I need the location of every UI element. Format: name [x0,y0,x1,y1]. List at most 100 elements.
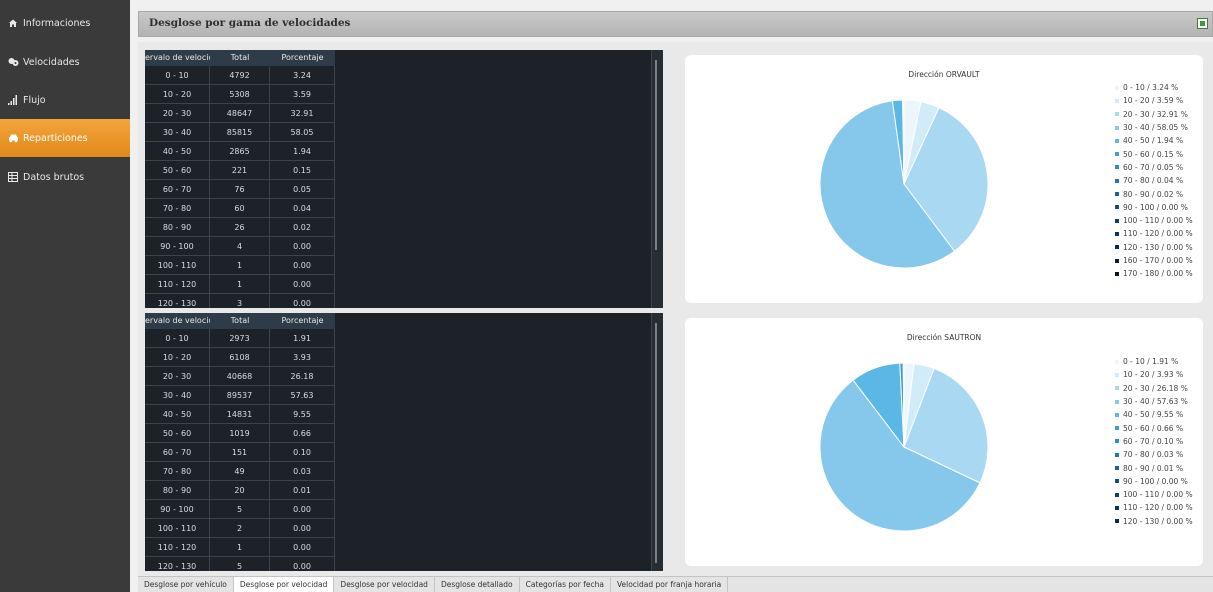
legend-swatch [1115,85,1119,90]
table-row[interactable]: 70 - 80 49 0.03 [145,462,335,481]
legend-item[interactable]: 70 - 80 / 0.03 % [1115,448,1193,461]
legend-item[interactable]: 10 - 20 / 3.93 % [1115,368,1193,381]
tab-2[interactable]: Desglose por velocidad [334,577,435,592]
nav-item-reparticiones[interactable]: Reparticiones [0,119,130,157]
table-row[interactable]: 0 - 10 2973 1.91 [145,329,335,348]
column-header-interval[interactable]: ervalo de velocid [145,50,210,66]
legend-item[interactable]: 0 - 10 / 3.24 % [1115,81,1193,94]
legend-item[interactable]: 90 - 100 / 0.00 % [1115,201,1193,214]
home-icon [7,17,19,29]
legend-item[interactable]: 60 - 70 / 0.05 % [1115,161,1193,174]
tab-4[interactable]: Categorías por fecha [520,577,611,592]
cell-interval: 110 - 120 [145,538,210,556]
legend-item[interactable]: 20 - 30 / 26.18 % [1115,382,1193,395]
tab-1[interactable]: Desglose por velocidad [233,577,335,592]
table-row[interactable]: 30 - 40 85815 58.05 [145,123,335,142]
table-row[interactable]: 10 - 20 6108 3.93 [145,348,335,367]
table-row[interactable]: 70 - 80 60 0.04 [145,199,335,218]
export-excel-icon[interactable] [1197,18,1208,29]
legend-item[interactable]: 100 - 110 / 0.00 % [1115,488,1193,501]
nav-item-flujo[interactable]: Flujo [0,81,130,119]
legend-item[interactable]: 60 - 70 / 0.10 % [1115,435,1193,448]
table-row[interactable]: 20 - 30 40668 26.18 [145,367,335,386]
table-row[interactable]: 90 - 100 5 0.00 [145,500,335,519]
table-row[interactable]: 50 - 60 221 0.15 [145,161,335,180]
scrollbar[interactable] [651,50,663,308]
nav-item-velocidades[interactable]: Velocidades [0,43,130,81]
table-icon [7,171,19,183]
scrollbar-thumb[interactable] [655,60,657,250]
table-row[interactable]: 40 - 50 2865 1.94 [145,142,335,161]
column-header-percentage[interactable]: Porcentaje [270,50,335,66]
legend-item[interactable]: 30 - 40 / 58.05 % [1115,121,1193,134]
nav-item-datos-brutos[interactable]: Datos brutos [0,158,130,196]
table-row[interactable]: 110 - 120 1 0.00 [145,275,335,294]
table-row[interactable]: 0 - 10 4792 3.24 [145,66,335,85]
legend-item[interactable]: 110 - 120 / 0.00 % [1115,501,1193,514]
legend-item[interactable]: 70 - 80 / 0.04 % [1115,174,1193,187]
legend-swatch [1115,205,1119,210]
pie-chart-panel-orvault: Dirección ORVAULT 0 - 10 / 3.24 % 10 - 20… [685,55,1203,303]
tab-3[interactable]: Desglose detallado [435,577,520,592]
table-row[interactable]: 80 - 90 26 0.02 [145,218,335,237]
legend-item[interactable]: 170 - 180 / 0.00 % [1115,267,1193,280]
cell-percentage: 0.05 [270,180,335,198]
table-row[interactable]: 120 - 130 3 0.00 [145,294,335,308]
cell-total: 151 [210,443,270,461]
legend-item[interactable]: 160 - 170 / 0.00 % [1115,254,1193,267]
legend-item[interactable]: 120 - 130 / 0.00 % [1115,241,1193,254]
scrollbar[interactable] [651,313,663,571]
cell-total: 40668 [210,367,270,385]
tab-0[interactable]: Desglose por vehículo [138,577,234,592]
table-row[interactable]: 40 - 50 14831 9.55 [145,405,335,424]
scrollbar-thumb[interactable] [655,323,657,563]
legend-item[interactable]: 30 - 40 / 57.63 % [1115,395,1193,408]
cell-total: 89537 [210,386,270,404]
cell-total: 4792 [210,66,270,84]
tab-5[interactable]: Velocidad por franja horaria [611,577,729,592]
cell-interval: 100 - 110 [145,256,210,274]
legend-item[interactable]: 80 - 90 / 0.01 % [1115,461,1193,474]
table-row[interactable]: 80 - 90 20 0.01 [145,481,335,500]
legend-item[interactable]: 50 - 60 / 0.15 % [1115,147,1193,160]
table-row[interactable]: 30 - 40 89537 57.63 [145,386,335,405]
cell-percentage: 0.01 [270,481,335,499]
table-row[interactable]: 10 - 20 5308 3.59 [145,85,335,104]
legend-item[interactable]: 40 - 50 / 1.94 % [1115,134,1193,147]
legend-item[interactable]: 110 - 120 / 0.00 % [1115,227,1193,240]
table-row[interactable]: 100 - 110 2 0.00 [145,519,335,538]
cell-percentage: 58.05 [270,123,335,141]
table-row[interactable]: 120 - 130 5 0.00 [145,557,335,571]
table-row[interactable]: 60 - 70 76 0.05 [145,180,335,199]
pie-chart [819,99,989,269]
table-row[interactable]: 60 - 70 151 0.10 [145,443,335,462]
legend-swatch [1115,359,1119,364]
legend-label: 170 - 180 / 0.00 % [1123,269,1193,279]
legend-item[interactable]: 100 - 110 / 0.00 % [1115,214,1193,227]
column-header-percentage[interactable]: Porcentaje [270,313,335,329]
legend-item[interactable]: 20 - 30 / 32.91 % [1115,108,1193,121]
legend-swatch [1115,178,1119,183]
cell-percentage: 3.24 [270,66,335,84]
legend-item[interactable]: 10 - 20 / 3.59 % [1115,94,1193,107]
legend-item[interactable]: 90 - 100 / 0.00 % [1115,475,1193,488]
speed-table-sautron: ervalo de velocid Total Porcentaje 0 - 1… [145,313,663,571]
column-header-total[interactable]: Total [210,313,270,329]
legend-swatch [1115,192,1119,197]
table-row[interactable]: 110 - 120 1 0.00 [145,538,335,557]
legend-item[interactable]: 0 - 10 / 1.91 % [1115,355,1193,368]
table-row[interactable]: 100 - 110 1 0.00 [145,256,335,275]
legend-item[interactable]: 50 - 60 / 0.66 % [1115,421,1193,434]
legend-label: 70 - 80 / 0.04 % [1123,176,1184,186]
table-row[interactable]: 90 - 100 4 0.00 [145,237,335,256]
nav-item-informaciones[interactable]: Informaciones [0,4,130,42]
legend-swatch [1115,231,1119,236]
legend-item[interactable]: 80 - 90 / 0.02 % [1115,187,1193,200]
legend-item[interactable]: 120 - 130 / 0.00 % [1115,515,1193,528]
column-header-interval[interactable]: ervalo de velocid [145,313,210,329]
table-row[interactable]: 20 - 30 48647 32.91 [145,104,335,123]
column-header-total[interactable]: Total [210,50,270,66]
cell-interval: 90 - 100 [145,237,210,255]
table-row[interactable]: 50 - 60 1019 0.66 [145,424,335,443]
legend-item[interactable]: 40 - 50 / 9.55 % [1115,408,1193,421]
